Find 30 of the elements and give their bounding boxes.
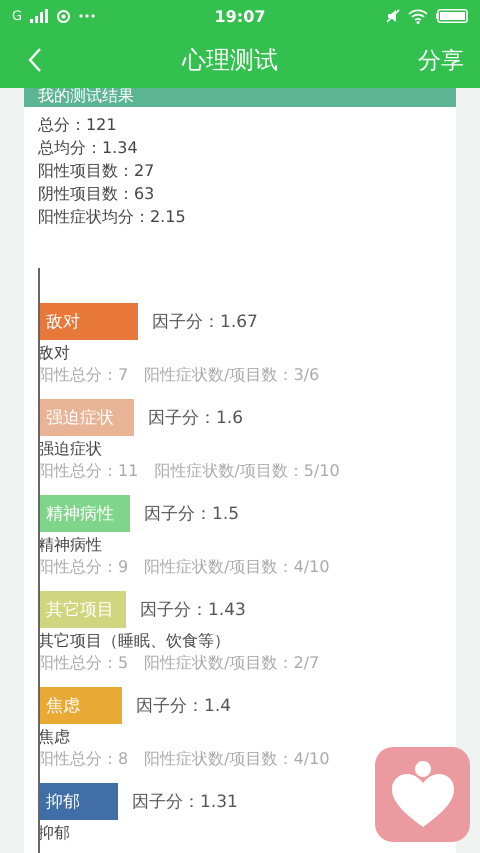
factor-bar: 抑郁: [38, 783, 118, 820]
signal-icon: [30, 9, 48, 23]
sync-icon: [56, 8, 72, 24]
network-type: G: [12, 8, 22, 24]
heart-app-button[interactable]: [375, 747, 470, 842]
summary-line: 总均分：1.34: [38, 137, 139, 159]
card-title: 我的测试结果: [38, 88, 134, 107]
clock: 19:07: [214, 6, 266, 26]
factor-bar: 敌对: [38, 303, 138, 340]
summary-line: 阳性项目数：27: [38, 160, 156, 182]
factor-score: 因子分：1.5: [144, 503, 240, 525]
factor-bar: 焦虑: [38, 687, 122, 724]
factor-bar: 其它项目: [38, 591, 126, 628]
factor-bar: 强迫症状: [38, 399, 134, 436]
page-title: 心理测试: [182, 45, 278, 76]
factor-score: 因子分：1.31: [132, 791, 238, 813]
back-button[interactable]: [28, 47, 42, 73]
battery-icon: [436, 9, 468, 23]
factor-bar: 精神病性: [38, 495, 130, 532]
factor-score: 因子分：1.6: [148, 407, 244, 429]
summary-line: 阳性症状均分：2.15: [38, 206, 187, 228]
factor-score: 因子分：1.67: [152, 311, 258, 333]
summary-line: 阴性项目数：63: [38, 183, 156, 205]
wifi-icon: [408, 8, 428, 24]
factor-score: 因子分：1.4: [136, 695, 232, 717]
more-icon: [79, 14, 96, 18]
summary-line: 总分：121: [38, 114, 118, 136]
share-button[interactable]: 分享: [418, 44, 464, 76]
mute-icon: [386, 9, 400, 23]
factor-score: 因子分：1.43: [140, 599, 246, 621]
